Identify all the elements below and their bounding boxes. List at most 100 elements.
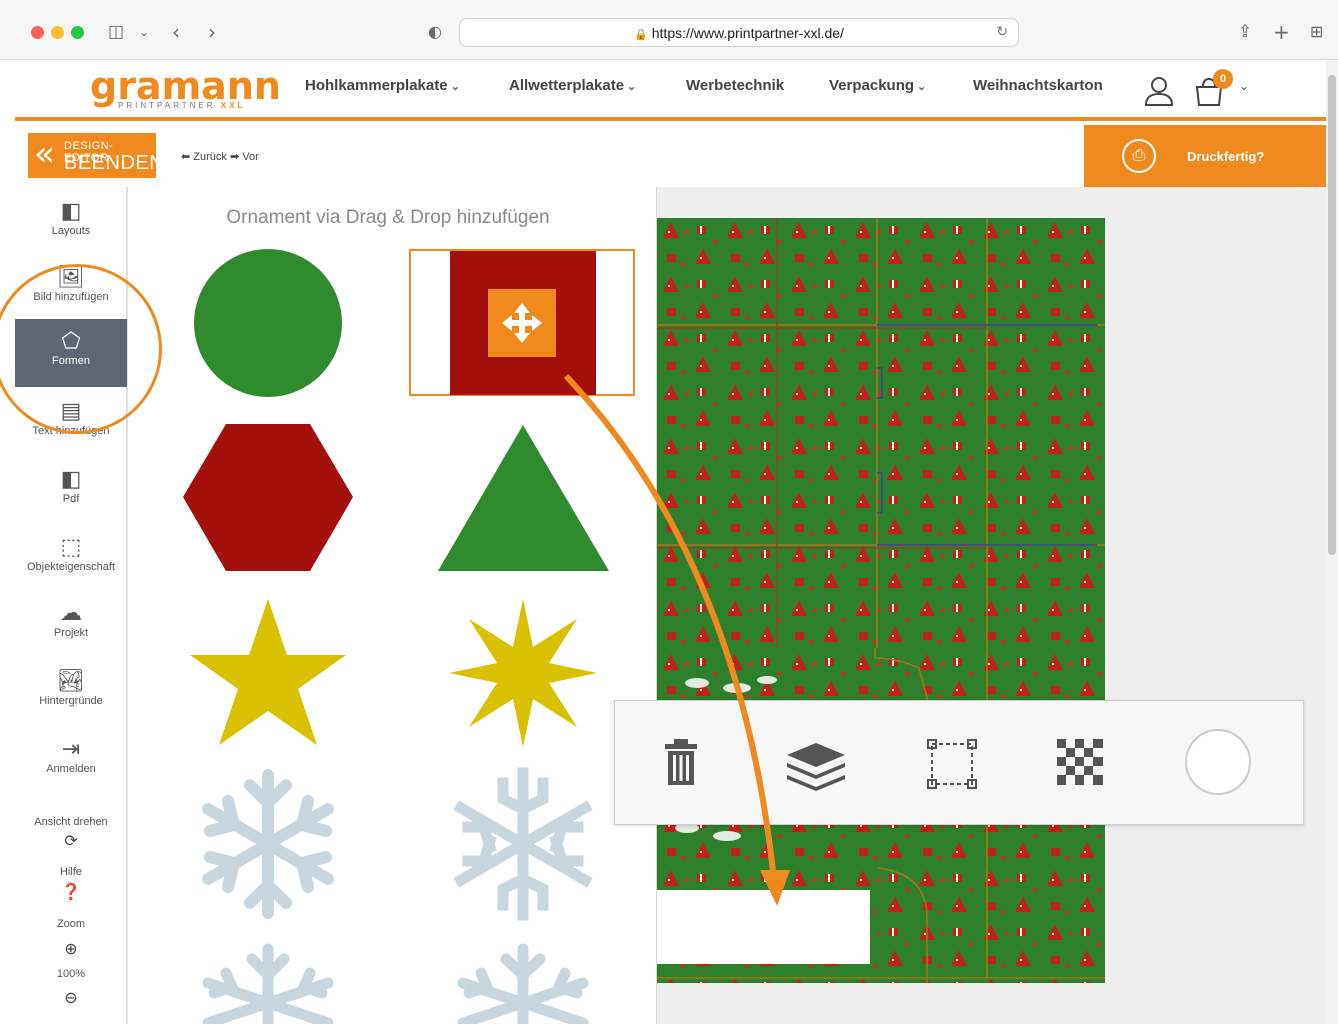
sidebar-item-projekt[interactable]: ☁ Projekt	[15, 601, 127, 657]
shape-star-5[interactable]	[190, 599, 346, 745]
shape-circle[interactable]	[194, 249, 342, 397]
object-properties-icon: ⬚	[60, 535, 82, 560]
maximize-window-button[interactable]	[71, 26, 84, 39]
nav-label: Werbetechnik	[686, 77, 785, 94]
image-add-icon: 🖼	[57, 265, 85, 290]
nav-label: Hohlkammerplakate	[305, 77, 448, 94]
layout-icon: ◧	[60, 199, 82, 224]
redo-arrow-icon: ➡	[229, 151, 240, 163]
undo-redo-group: ⬅ Zurück ➡ Vor	[181, 150, 259, 163]
shape-star-8[interactable]	[449, 599, 597, 747]
nav-weihnachtskarton[interactable]: Weihnachtskarton	[973, 77, 1103, 94]
transparency-icon[interactable]	[1057, 739, 1103, 785]
logo-wordmark: gramann	[90, 64, 281, 108]
sidebar-item-bild-hinzufuegen[interactable]: 🖼 Bild hinzufügen	[15, 265, 127, 319]
nav-allwetterplakate[interactable]: Allwetterplakate ⌄	[509, 77, 636, 94]
christmas-box-pattern[interactable]	[657, 218, 1105, 983]
color-circle-icon[interactable]	[1185, 729, 1251, 795]
pattern-svg	[657, 218, 1105, 983]
zoom-in-icon[interactable]: ⊕	[15, 939, 127, 958]
sidebar-item-hintergruende[interactable]: 🏞 Hintergründe	[15, 669, 127, 725]
shape-triangle[interactable]	[438, 425, 609, 571]
sidebar-item-label: Layouts	[51, 225, 91, 237]
user-icon[interactable]	[1143, 75, 1175, 107]
sidebar-item-label: Hintergründe	[39, 695, 103, 707]
chevron-down-icon: ⌄	[450, 81, 460, 93]
logo-tagline: PRINTPARTNER XXL	[118, 101, 245, 110]
rotate-view-label: Ansicht drehen	[34, 816, 108, 828]
label-area[interactable]	[657, 890, 870, 964]
logo-tagline-text: PRINTPARTNER	[118, 101, 216, 110]
close-window-button[interactable]	[31, 26, 44, 39]
nav-label: Verpackung	[829, 77, 915, 94]
chevron-down-icon: ⌄	[917, 81, 927, 93]
shape-grid	[183, 249, 635, 1024]
sidebar-item-label: Projekt	[53, 627, 89, 639]
shape-snowflake-3[interactable]	[202, 943, 334, 1024]
back-arrow-icon[interactable]: ‹	[172, 18, 180, 46]
undo-label: Zurück	[193, 151, 227, 163]
trash-icon[interactable]	[663, 737, 699, 787]
nav-werbetechnik[interactable]: Werbetechnik	[686, 77, 784, 94]
shape-hexagon[interactable]	[183, 424, 353, 571]
nav-hohlkammerplakate[interactable]: Hohlkammerplakate ⌄	[305, 77, 460, 94]
rotate-icon[interactable]: ⟳	[15, 831, 127, 850]
print-ready-button[interactable]: ⎙ Druckfertig?	[1084, 125, 1326, 187]
scrollbar-thumb[interactable]	[1328, 75, 1336, 555]
printer-icon: ⎙	[1122, 139, 1156, 173]
shape-snowflake-4[interactable]	[457, 943, 589, 1024]
page-scrollbar[interactable]	[1326, 61, 1338, 1024]
redo-button[interactable]: ➡ Vor	[230, 151, 259, 163]
nav-label: Weihnachtskarton	[973, 77, 1103, 94]
gramann-logo[interactable]: gramann PRINTPARTNER XXL	[90, 64, 281, 110]
share-icon[interactable]: ⇪	[1238, 18, 1252, 46]
undo-arrow-icon: ⬅	[181, 151, 191, 163]
ornament-panel: Ornament via Drag & Drop hinzufügen	[127, 187, 657, 1024]
browser-window: ◫ ⌄ ‹ › ◐ 🔒 https://www.printpartner-xxl.…	[0, 0, 1338, 1024]
exit-label-line2: BEENDEN	[64, 152, 165, 174]
zoom-value: 100%	[56, 968, 86, 980]
shape-snowflake-2[interactable]	[453, 767, 593, 921]
editor-sidebar: ◧ Layouts 🖼 Bild hinzufügen ⬠ Formen ▤ T…	[15, 187, 127, 1024]
zoom-out-icon[interactable]: ⊖	[15, 988, 127, 1007]
cart-count-badge: 0	[1213, 69, 1233, 89]
minimize-window-button[interactable]	[51, 26, 64, 39]
exit-editor-button[interactable]: « DESIGN-EDITOR BEENDEN	[28, 133, 164, 178]
print-ready-label: Druckfertig?	[1187, 149, 1265, 164]
layers-icon[interactable]	[785, 741, 847, 791]
sidebar-toggle-icon[interactable]: ◫	[108, 18, 124, 46]
sidebar-item-formen[interactable]: ⬠ Formen	[15, 319, 127, 387]
sidebar-item-label: Text hinzufügen	[32, 425, 110, 437]
bounding-box-icon[interactable]	[927, 739, 977, 789]
forward-arrow-icon[interactable]: ›	[208, 18, 216, 46]
nav-verpackung[interactable]: Verpackung ⌄	[829, 77, 926, 94]
zoom-label: Zoom	[56, 918, 86, 930]
cloud-project-icon: ☁	[60, 601, 82, 626]
site-header: gramann PRINTPARTNER XXL Hohlkammerplaka…	[15, 61, 1326, 121]
chevron-down-icon[interactable]: ⌄	[139, 18, 149, 46]
tab-overview-icon[interactable]: ⊞	[1310, 18, 1323, 46]
object-toolbar	[614, 700, 1304, 825]
sidebar-item-anmelden[interactable]: ⇥ Anmelden	[15, 737, 127, 793]
chevron-down-icon[interactable]: ⌄	[1239, 79, 1249, 93]
help-icon[interactable]: ❓	[15, 882, 127, 901]
undo-button[interactable]: ⬅ Zurück	[181, 151, 227, 163]
shape-snowflake-1[interactable]	[202, 769, 334, 919]
lock-icon: 🔒	[634, 29, 648, 41]
sidebar-item-label: Formen	[52, 355, 90, 367]
sidebar-item-text-hinzufuegen[interactable]: ▤ Text hinzufügen	[15, 399, 127, 455]
address-bar[interactable]: 🔒 https://www.printpartner-xxl.de/ ↻	[459, 18, 1019, 47]
chevron-down-icon: ⌄	[627, 81, 637, 93]
sidebar-item-objekteigenschaft[interactable]: ⬚ Objekteigenschaft	[15, 535, 127, 591]
shapes-icon: ⬠	[61, 329, 81, 354]
privacy-shield-icon[interactable]: ◐	[428, 18, 442, 46]
sidebar-item-label: Objekteigenschaft	[26, 561, 116, 573]
shape-square[interactable]	[409, 249, 635, 396]
sidebar-item-pdf[interactable]: ◧ Pdf	[15, 467, 127, 523]
reload-icon[interactable]: ↻	[996, 23, 1008, 40]
sidebar-item-layouts[interactable]: ◧ Layouts	[15, 199, 127, 255]
double-chevron-left-icon: «	[34, 134, 55, 174]
login-icon: ⇥	[61, 737, 81, 762]
logo-tagline-accent: XXL	[220, 101, 246, 110]
new-tab-icon[interactable]: +	[1273, 18, 1290, 46]
